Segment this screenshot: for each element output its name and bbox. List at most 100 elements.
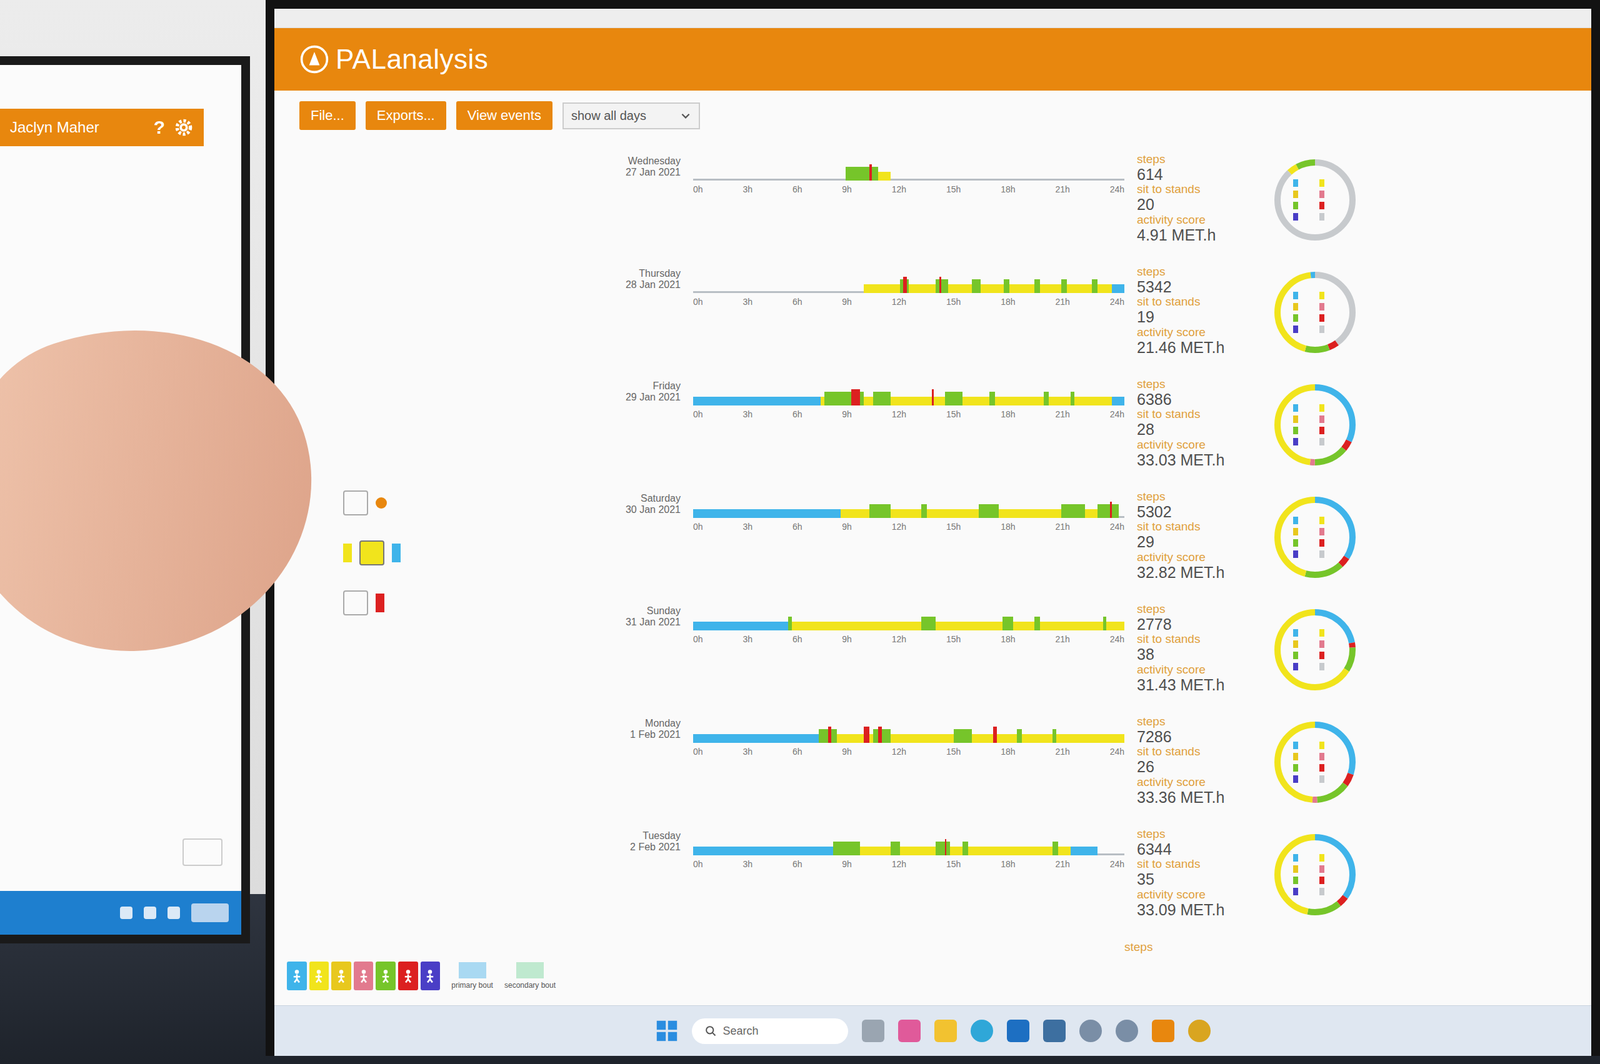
- donut-arc: [1277, 725, 1353, 800]
- stat-label: steps: [1124, 940, 1369, 955]
- steps-value: 614: [1136, 166, 1256, 184]
- settings-icon[interactable]: [1115, 1020, 1139, 1043]
- tray-icon[interactable]: [143, 906, 157, 920]
- donut-arc: [1277, 837, 1353, 913]
- legend-mark: [1293, 550, 1299, 559]
- activity-segment: [863, 726, 870, 744]
- axis-tick: 3h: [742, 859, 753, 870]
- sit-to-stands-value: 19: [1136, 308, 1256, 327]
- day-label: Wednesday27 Jan 2021: [555, 153, 681, 179]
- legend-mark: [1293, 404, 1299, 412]
- activity-segment: [873, 729, 892, 744]
- donut-arc: [1277, 162, 1353, 238]
- donut-chart: [1268, 603, 1362, 697]
- taskbar-search[interactable]: Search: [691, 1018, 849, 1045]
- activity-score-value: 33.03 MET.h: [1136, 451, 1256, 470]
- stat-label: steps: [1136, 603, 1256, 617]
- folder-icon[interactable]: [934, 1020, 957, 1043]
- help-button[interactable]: ?: [153, 116, 165, 139]
- palanalysis-icon[interactable]: [1151, 1020, 1175, 1043]
- tray-icon[interactable]: [167, 906, 180, 920]
- gear-icon[interactable]: [173, 117, 194, 138]
- settings-icon[interactable]: [1079, 1020, 1102, 1043]
- legend-mark: [1293, 865, 1299, 874]
- axis-tick: 0h: [693, 746, 704, 757]
- legend-mark: [1293, 303, 1299, 311]
- axis-tick: 6h: [792, 296, 803, 307]
- sitting-icon[interactable]: [343, 543, 352, 563]
- legend-mark: [1293, 651, 1299, 660]
- standing-icon[interactable]: [359, 540, 385, 566]
- axis-tick: 3h: [742, 296, 753, 307]
- tray-icon[interactable]: [120, 906, 133, 920]
- activity-score-value: 21.46 MET.h: [1136, 339, 1256, 357]
- legend-mark: [1319, 179, 1325, 187]
- person-icon[interactable]: [343, 590, 369, 616]
- list-icon[interactable]: [343, 490, 369, 516]
- legend-mark: [1319, 854, 1325, 862]
- donut-arc: [1277, 500, 1353, 575]
- axis-tick: 24h: [1110, 296, 1125, 307]
- legend-mark: [1319, 640, 1325, 649]
- legend-mark: [1319, 516, 1325, 525]
- axis-tick: 6h: [792, 859, 803, 870]
- day-filter-dropdown[interactable]: show all days: [562, 102, 700, 130]
- axis-tick: 18h: [1000, 409, 1015, 420]
- store-icon[interactable]: [1006, 1020, 1030, 1043]
- edge-icon[interactable]: [970, 1020, 994, 1043]
- axis-tick: 24h: [1110, 634, 1125, 645]
- app-icon[interactable]: [1188, 1020, 1211, 1043]
- activity-segment: [693, 846, 834, 856]
- donut-arc: [1277, 275, 1353, 350]
- axis-tick: 21h: [1055, 746, 1070, 757]
- axis-tick: 9h: [841, 634, 852, 645]
- legend-mark: [1293, 179, 1299, 187]
- legend-mark: [1293, 415, 1299, 424]
- legend-mark: [1293, 764, 1299, 772]
- gear-icon[interactable]: [375, 497, 387, 509]
- stat-label: steps: [1136, 490, 1256, 504]
- activity-segment: [869, 164, 872, 181]
- axis-tick: 21h: [1055, 296, 1070, 307]
- legend-mark: [1319, 415, 1325, 424]
- donut-arc: [1277, 387, 1353, 463]
- axis-tick: 3h: [742, 184, 753, 195]
- legend-mark: [1293, 291, 1299, 300]
- donut-arc: [1277, 162, 1353, 238]
- toolbar-button[interactable]: View events: [456, 101, 553, 130]
- app-icon[interactable]: [1043, 1020, 1066, 1043]
- day-name: Saturday: [640, 493, 681, 505]
- windows-start-icon[interactable]: [655, 1020, 679, 1043]
- sit-to-stands-value: 26: [1136, 758, 1256, 777]
- app-icon[interactable]: [898, 1020, 921, 1043]
- axis-tick: 21h: [1055, 859, 1070, 870]
- axis-tick: 6h: [792, 634, 803, 645]
- person-icon: [400, 968, 417, 985]
- steps-value: 2778: [1136, 616, 1256, 634]
- axis-tick: 18h: [1000, 746, 1015, 757]
- timeline-track: [693, 724, 1125, 744]
- donut-chart: [1268, 490, 1362, 585]
- app-window: PALanalysisFile...Exports...View eventss…: [274, 8, 1592, 1057]
- day-stats: steps6386sit to stands28activity score33…: [1136, 378, 1256, 469]
- lying-icon[interactable]: [391, 543, 401, 563]
- timeline-track: [693, 161, 1125, 181]
- day-date: 27 Jan 2021: [625, 166, 681, 179]
- toolbar-button[interactable]: Exports...: [365, 101, 447, 130]
- legend-mark: [1319, 303, 1325, 311]
- swatch-box: [516, 962, 544, 979]
- activity-segment: [921, 504, 927, 519]
- stepping-icon[interactable]: [375, 593, 385, 613]
- task-view-icon[interactable]: [861, 1020, 885, 1043]
- activity-segment: [1091, 279, 1098, 294]
- clock-icon[interactable]: [191, 903, 229, 923]
- day-name: Monday: [645, 718, 681, 730]
- axis-tick: 24h: [1110, 409, 1125, 420]
- day-date: 30 Jan 2021: [625, 504, 681, 516]
- day-stats: steps614sit to stands20activity score4.9…: [1136, 153, 1256, 244]
- activity-segment: [1034, 279, 1040, 294]
- tool-row: [343, 540, 556, 566]
- exit-box[interactable]: [182, 838, 223, 867]
- toolbar-button[interactable]: File...: [299, 101, 356, 130]
- activity-segment: [1052, 841, 1059, 856]
